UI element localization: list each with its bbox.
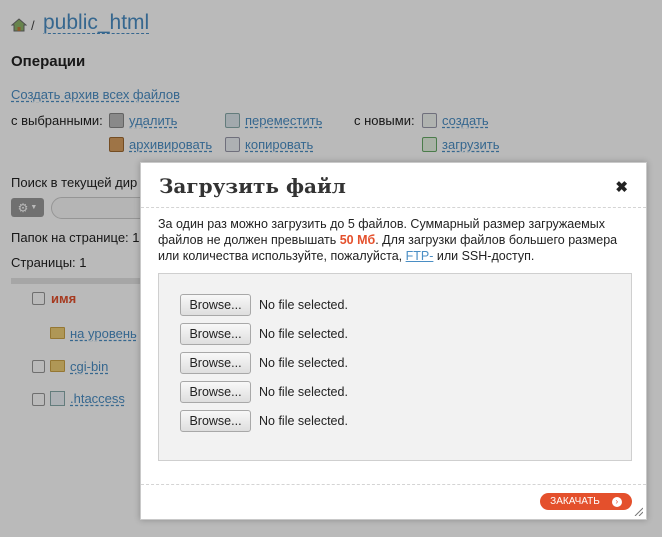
browse-button[interactable]: Browse...: [180, 381, 251, 403]
divider: [141, 207, 646, 208]
file-status: No file selected.: [259, 356, 348, 370]
resize-grip-icon[interactable]: [633, 506, 643, 516]
size-limit: 50 Мб: [339, 233, 376, 247]
divider: [141, 484, 646, 485]
browse-button[interactable]: Browse...: [180, 323, 251, 345]
file-input-row: Browse... No file selected.: [180, 381, 348, 403]
browse-button[interactable]: Browse...: [180, 294, 251, 316]
file-inputs-panel: Browse... No file selected. Browse... No…: [158, 273, 632, 461]
arrow-right-icon: ›: [611, 496, 622, 507]
browse-button[interactable]: Browse...: [180, 352, 251, 374]
submit-label: ЗАКАЧАТЬ: [550, 496, 600, 507]
ftp-link[interactable]: FTP-: [406, 249, 434, 263]
upload-instructions: За один раз можно загрузить до 5 файлов.…: [158, 216, 638, 264]
upload-dialog: Загрузить файл ✖ За один раз можно загру…: [140, 162, 647, 520]
dialog-title: Загрузить файл: [159, 174, 346, 198]
file-input-row: Browse... No file selected.: [180, 410, 348, 432]
file-status: No file selected.: [259, 385, 348, 399]
file-status: No file selected.: [259, 414, 348, 428]
browse-button[interactable]: Browse...: [180, 410, 251, 432]
file-status: No file selected.: [259, 327, 348, 341]
close-icon[interactable]: ✖: [615, 178, 628, 196]
instructions-text: или SSH-доступ.: [433, 249, 535, 263]
upload-submit-button[interactable]: ЗАКАЧАТЬ ›: [540, 493, 632, 510]
file-input-row: Browse... No file selected.: [180, 352, 348, 374]
file-input-row: Browse... No file selected.: [180, 323, 348, 345]
file-input-row: Browse... No file selected.: [180, 294, 348, 316]
file-status: No file selected.: [259, 298, 348, 312]
